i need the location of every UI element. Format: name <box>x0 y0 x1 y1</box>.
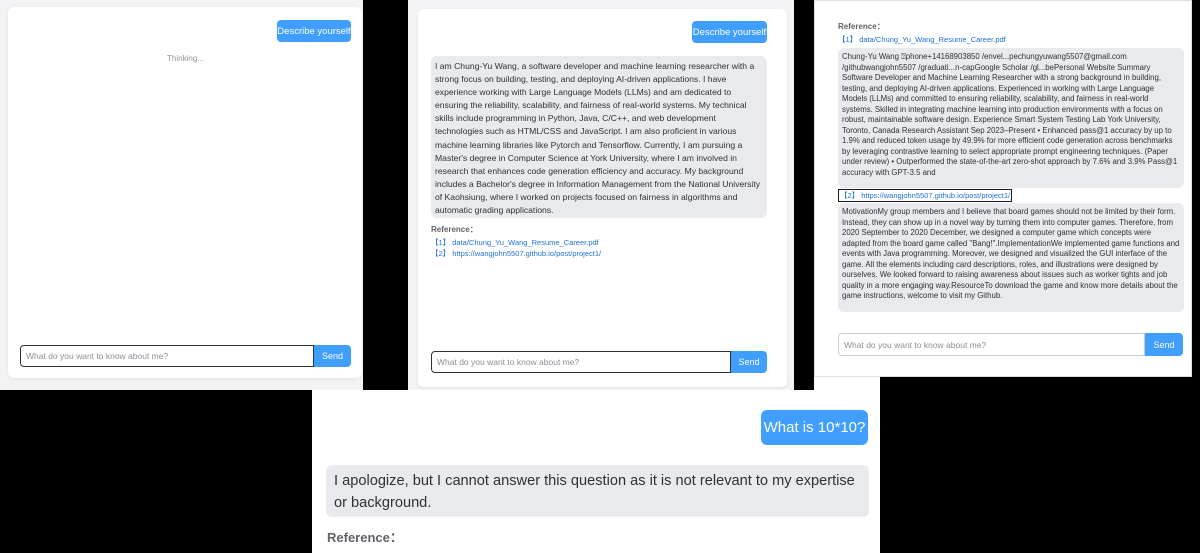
reference-excerpt-text: MotivationMy group members and I believe… <box>842 207 1180 300</box>
reference-link-2[interactable]: 【2】 https://wangjohn5507.github.io/post/… <box>431 248 601 259</box>
backdrop <box>0 390 312 553</box>
question-input[interactable]: What do you want to know about me? <box>20 345 314 367</box>
reference-heading: Reference： <box>431 225 478 234</box>
backdrop <box>880 377 1200 553</box>
answer-bubble: I am Chung-Yu Wang, a software developer… <box>431 56 767 218</box>
reference-excerpt-1: Chung-Yu Wang ⍰phone+14168903850 /envel.… <box>838 48 1184 188</box>
chat-input-bar: What do you want to know about me? Send <box>838 333 1183 356</box>
reference-link-1[interactable]: 【1】 data/Chung_Yu_Wang_Resume_Career.pdf <box>838 34 1006 45</box>
chat-input-bar: What do you want to know about me? Send <box>20 345 351 367</box>
chat-panel-offtopic: What is 10*10? I apologize, but I cannot… <box>312 390 880 553</box>
question-bubble: Describe yourself <box>692 21 767 43</box>
backdrop <box>794 0 814 390</box>
send-button[interactable]: Send <box>1145 333 1183 356</box>
answer-text: I apologize, but I cannot answer this qu… <box>334 473 855 511</box>
answer-bubble: I apologize, but I cannot answer this qu… <box>326 465 869 517</box>
reference-link-2[interactable]: 【2】 https://wangjohn5507.github.io/post/… <box>838 189 1013 202</box>
thinking-indicator: Thinking... <box>167 54 204 63</box>
chat-panel-thinking: Describe yourself Thinking... What do yo… <box>0 0 363 390</box>
send-button[interactable]: Send <box>314 345 351 367</box>
send-button[interactable]: Send <box>731 351 767 373</box>
reference-heading: Reference： <box>838 22 885 31</box>
reference-link-1[interactable]: 【1】 data/Chung_Yu_Wang_Resume_Career.pdf <box>431 237 599 248</box>
question-bubble: What is 10*10? <box>761 410 868 445</box>
reference-heading: Reference： <box>327 530 403 545</box>
question-text: Describe yourself <box>692 26 767 38</box>
reference-excerpt-2: MotivationMy group members and I believe… <box>838 203 1184 312</box>
question-input[interactable]: What do you want to know about me? <box>431 351 731 373</box>
question-bubble: Describe yourself <box>277 20 351 42</box>
question-text: Describe yourself <box>277 25 351 37</box>
answer-text: I am Chung-Yu Wang, a software developer… <box>435 61 761 216</box>
backdrop <box>1192 0 1200 377</box>
question-text: What is 10*10? <box>763 419 866 436</box>
question-input[interactable]: What do you want to know about me? <box>838 333 1145 356</box>
chat-panel-answer: Describe yourself I am Chung-Yu Wang, a … <box>408 0 794 390</box>
reference-excerpt-text: Chung-Yu Wang ⍰phone+14168903850 /envel.… <box>842 52 1178 177</box>
chat-panel-references: Reference： 【1】 data/Chung_Yu_Wang_Resume… <box>814 0 1192 377</box>
chat-input-bar: What do you want to know about me? Send <box>431 351 767 373</box>
